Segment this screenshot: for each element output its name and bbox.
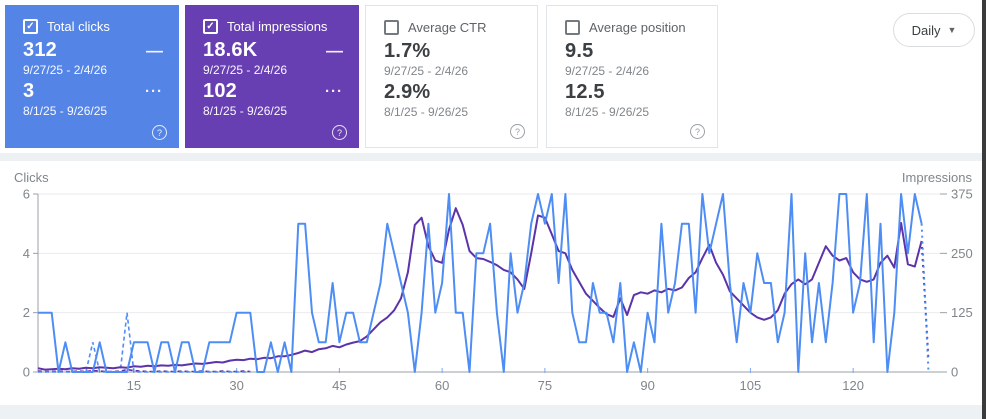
- right-axis-title: Impressions: [902, 170, 973, 185]
- card-label: Average position: [589, 19, 686, 35]
- left-axis-tick-label: 4: [23, 246, 30, 261]
- caret-down-icon: ▼: [947, 25, 957, 35]
- left-axis-title: Clicks: [14, 170, 49, 185]
- clicks-current-line: [38, 193, 923, 373]
- right-axis-tick-label: 375: [951, 187, 973, 202]
- x-axis-tick-label: 75: [538, 378, 552, 393]
- metric-card-average-ctr[interactable]: Average CTR 1.7% 9/27/25 - 2/4/26 2.9% 8…: [365, 5, 538, 148]
- x-axis-tick-label: 15: [127, 378, 141, 393]
- performance-chart-svg: 6 375 4 250 2 125 0 0 Clicks Impressions 15 30 45 60 7…: [14, 170, 973, 393]
- help-icon[interactable]: ?: [690, 124, 705, 139]
- current-value: 312: [23, 39, 57, 61]
- card-label: Total impressions: [227, 18, 328, 34]
- current-value: 1.7%: [384, 40, 431, 62]
- solid-line-legend-icon: —: [326, 40, 343, 60]
- previous-value: 2.9%: [384, 81, 431, 103]
- left-axis-tick-label: 6: [23, 187, 30, 202]
- current-range: 9/27/25 - 2/4/26: [384, 64, 469, 78]
- granularity-label: Daily: [911, 22, 941, 38]
- granularity-dropdown[interactable]: Daily ▼: [893, 13, 975, 47]
- x-axis-tick-label: 60: [435, 378, 449, 393]
- previous-value: 3: [23, 80, 35, 102]
- help-icon[interactable]: ?: [332, 125, 347, 140]
- previous-range: 8/1/25 - 9/26/25: [565, 105, 650, 119]
- checkbox-unchecked-icon[interactable]: [565, 20, 580, 35]
- previous-range: 8/1/25 - 9/26/25: [23, 104, 108, 118]
- previous-range: 8/1/25 - 9/26/25: [203, 104, 288, 118]
- checkbox-checked-icon[interactable]: ✓: [23, 19, 38, 34]
- previous-value: 102: [203, 80, 237, 102]
- current-value: 18.6K: [203, 39, 258, 61]
- performance-chart: 6 375 4 250 2 125 0 0 Clicks Impressions 15 30 45 60 7…: [0, 161, 986, 405]
- checkbox-unchecked-icon[interactable]: [384, 20, 399, 35]
- metric-card-average-position[interactable]: Average position 9.5 9/27/25 - 2/4/26 12…: [546, 5, 718, 148]
- metric-card-total-clicks[interactable]: ✓ Total clicks 312 — 9/27/25 - 2/4/26 3 …: [5, 5, 179, 148]
- previous-value: 12.5: [565, 81, 605, 103]
- x-axis-tick-label: 30: [229, 378, 243, 393]
- card-label: Average CTR: [408, 19, 487, 35]
- right-axis-tick-label: 250: [951, 246, 973, 261]
- previous-range: 8/1/25 - 9/26/25: [384, 105, 469, 119]
- section-divider: [0, 153, 986, 161]
- impressions-current-incomplete-segment: [920, 240, 930, 361]
- current-range: 9/27/25 - 2/4/26: [203, 63, 288, 77]
- window-edge: [982, 0, 986, 419]
- metric-card-total-impressions[interactable]: ✓ Total impressions 18.6K — 9/27/25 - 2/…: [185, 5, 359, 148]
- left-axis-tick-label: 0: [23, 365, 30, 380]
- dotted-line-legend-icon: ···: [145, 83, 163, 100]
- help-icon[interactable]: ?: [152, 125, 167, 140]
- x-axis-tick-label: 105: [740, 378, 762, 393]
- current-range: 9/27/25 - 2/4/26: [23, 63, 108, 77]
- x-axis-tick-label: 90: [640, 378, 654, 393]
- card-label: Total clicks: [47, 18, 110, 34]
- right-axis-tick-label: 0: [951, 365, 958, 380]
- dotted-line-legend-icon: ···: [325, 83, 343, 100]
- right-axis-tick-label: 125: [951, 305, 973, 320]
- clicks-current-incomplete-segment: [920, 223, 930, 373]
- current-range: 9/27/25 - 2/4/26: [565, 64, 650, 78]
- x-axis-tick-label: 120: [842, 378, 864, 393]
- solid-line-legend-icon: —: [146, 40, 163, 60]
- x-axis-tick-label: 45: [332, 378, 346, 393]
- current-value: 9.5: [565, 40, 594, 62]
- checkbox-checked-icon[interactable]: ✓: [203, 19, 218, 34]
- metric-cards-row: ✓ Total clicks 312 — 9/27/25 - 2/4/26 3 …: [0, 0, 986, 153]
- help-icon[interactable]: ?: [510, 124, 525, 139]
- left-axis-tick-label: 2: [23, 305, 30, 320]
